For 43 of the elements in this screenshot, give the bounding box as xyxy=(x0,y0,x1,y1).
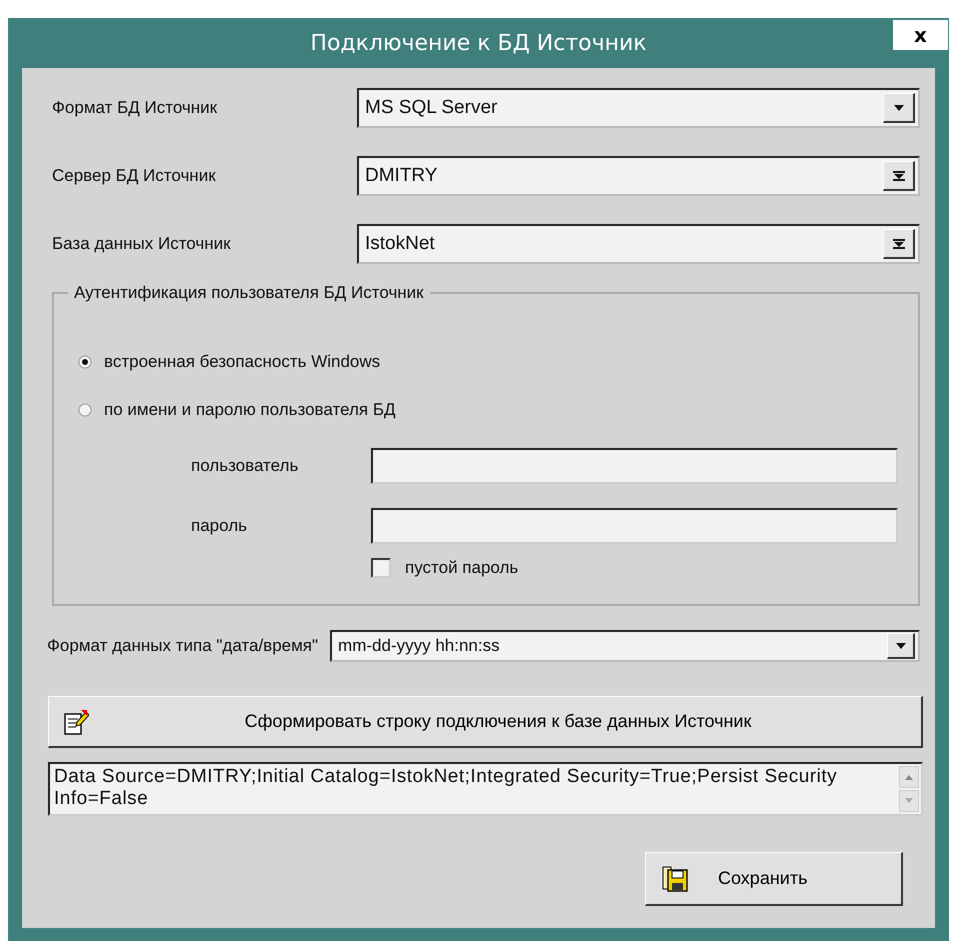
dropdown-value: mm-dd-yyyy hh:nn:ss xyxy=(337,636,501,656)
dropdown-button[interactable] xyxy=(883,161,915,191)
field-label: Формат данных типа "дата/время" xyxy=(46,636,318,656)
dropdown-button[interactable] xyxy=(883,93,915,123)
field-label: Сервер БД Источник xyxy=(51,166,217,186)
caret-icon xyxy=(894,640,906,650)
password-field[interactable] xyxy=(371,508,898,544)
username-field[interactable] xyxy=(371,448,898,484)
floppy-disk-icon xyxy=(662,864,688,892)
scroll-down-arrow-icon xyxy=(904,798,914,804)
dropdown-value: MS SQL Server xyxy=(364,97,498,119)
scrollbar[interactable] xyxy=(897,764,921,814)
dropdown-button[interactable] xyxy=(887,633,915,659)
save-button[interactable]: Сохранить xyxy=(645,852,903,906)
field-label: пользователь xyxy=(190,456,300,476)
field-label: пароль xyxy=(190,516,248,536)
radio-button[interactable] xyxy=(78,355,92,369)
caret-icon xyxy=(892,170,904,180)
caret-icon xyxy=(892,238,904,248)
dropdown-value: IstokNet xyxy=(364,233,436,255)
field-label: Формат БД Источник xyxy=(51,98,218,118)
scroll-up-button[interactable] xyxy=(899,766,919,788)
scroll-up-arrow-icon xyxy=(904,774,914,780)
connection-string-field[interactable]: Data Source=DMITRY;Initial Catalog=IstokNet;Integrated Security=True;Persist Security Info=False xyxy=(48,762,923,816)
document-edit-icon xyxy=(63,708,89,736)
dropdown-field[interactable]: IstokNet xyxy=(357,224,920,264)
radio-button[interactable] xyxy=(78,403,92,417)
field-label: База данных Источник xyxy=(51,234,232,254)
radio-label: по имени и паролю пользователя БД xyxy=(104,400,396,420)
caret-icon xyxy=(892,102,904,112)
dropdown-value: DMITRY xyxy=(364,165,438,187)
dropdown-button[interactable] xyxy=(883,229,915,259)
dropdown-field[interactable]: mm-dd-yyyy hh:nn:ss xyxy=(330,630,920,662)
close-button[interactable]: x xyxy=(893,20,948,50)
radio-label: встроенная безопасность Windows xyxy=(104,352,380,372)
checkbox[interactable] xyxy=(371,558,391,578)
checkbox-label: пустой пароль xyxy=(405,558,518,578)
build-connection-button[interactable]: Сформировать строку подключения к базе данных Источник xyxy=(48,696,923,748)
window-title: Подключение к БД Источник xyxy=(310,30,647,56)
dropdown-field[interactable]: MS SQL Server xyxy=(357,88,920,128)
connection-string-text: Data Source=DMITRY;Initial Catalog=IstokNet;Integrated Security=True;Persist Security Info=False xyxy=(53,765,838,811)
dropdown-field[interactable]: DMITRY xyxy=(357,156,920,196)
group-title: Аутентификация пользователя БД Источник xyxy=(68,283,430,303)
